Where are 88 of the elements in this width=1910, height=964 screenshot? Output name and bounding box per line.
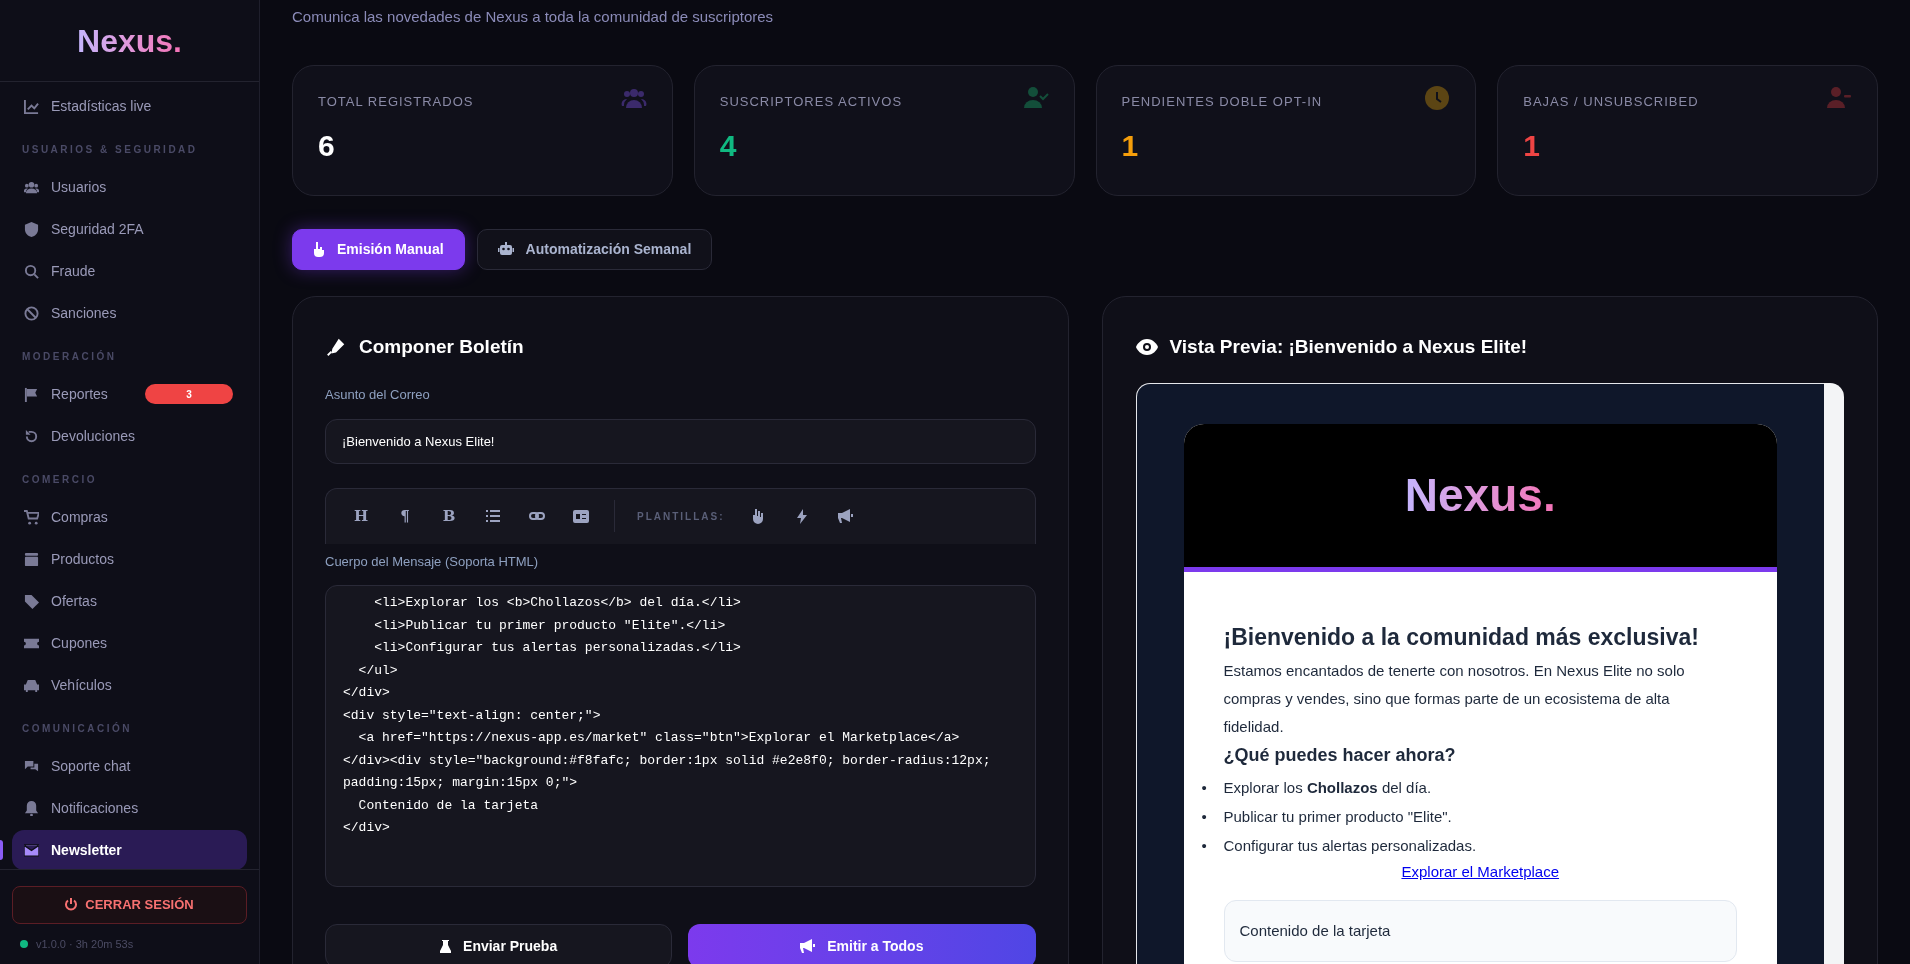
format-button[interactable]: ¶ — [394, 504, 416, 528]
search-icon — [24, 263, 39, 279]
car-icon — [24, 677, 39, 693]
card-button[interactable] — [570, 509, 592, 523]
stat-value: 6 — [318, 128, 336, 164]
bullet: • — [1201, 777, 1208, 798]
undo-icon — [24, 428, 39, 444]
sidebar-item[interactable]: Newsletter — [12, 830, 247, 869]
users-icon — [24, 179, 39, 195]
user-check-icon — [1022, 85, 1049, 110]
send-test-button[interactable]: Enviar Prueba — [325, 924, 673, 964]
flask-icon — [440, 939, 452, 953]
list-item: Explorar los Chollazos del día. — [1223, 777, 1432, 798]
sidebar-item[interactable]: Usuarios — [12, 167, 247, 207]
card-icon — [573, 509, 589, 523]
send-all-button[interactable]: Emitir a Todos — [688, 924, 1036, 964]
sidebar-item[interactable]: Seguridad 2FA — [12, 209, 247, 249]
stat-value: 1 — [1523, 128, 1541, 164]
sidebar-item[interactable]: Sanciones — [12, 293, 247, 333]
tag-icon — [24, 593, 39, 609]
user-minus-icon — [1826, 85, 1852, 110]
sidebar-section-label: USUARIOS & SEGURIDAD — [21, 143, 199, 157]
list-item: Publicar tu primer producto "Elite". — [1223, 806, 1452, 827]
shield-icon — [24, 221, 39, 237]
ban-icon — [24, 305, 39, 321]
sidebar-item[interactable]: Fraude — [12, 251, 247, 291]
bullet: • — [1201, 806, 1208, 827]
marketplace-link[interactable]: Explorar el Marketplace — [1401, 862, 1560, 880]
sidebar-item[interactable]: Ofertas — [12, 581, 247, 621]
code-editor[interactable]: <li>Explorar los <b>Chollazos</b> del día.</li> <li>Publicar tu primer producto "Elite".</li> <li>Configurar tus alertas personalizadas.</li> </ul> </div> <div style="text-align: center;"> <a href="https://nexus-app.es/market" class="btn">Explorar el Marketplace</a> </div><div style="background:#f8fafc; border:1px solid #e2e8f0; border-radius:12px; padding:15px; margin:15px 0;"> Contenido de la tarjeta </div> — [325, 585, 1036, 887]
stat-value: 1 — [1121, 128, 1140, 164]
subject-field[interactable]: ¡Bienvenido a Nexus Elite! — [325, 418, 1036, 464]
megaphone-icon — [800, 939, 816, 953]
mode-tab[interactable]: Automatización Semanal — [476, 228, 713, 270]
format-button[interactable]: H — [350, 504, 372, 528]
email-subheading: ¿Qué puedes hacer ahora? — [1223, 743, 1457, 767]
sidebar-item[interactable]: Devoluciones — [12, 416, 247, 456]
flag-icon — [24, 386, 39, 402]
count-badge: 3 — [145, 384, 233, 404]
bolt-icon — [796, 508, 807, 524]
pointer-icon — [313, 241, 325, 257]
stat-label: SUSCRIPTORES ACTIVOS — [719, 92, 903, 111]
robot-icon — [497, 242, 514, 256]
sidebar-section-label: COMERCIO — [21, 473, 98, 487]
box-icon — [24, 551, 39, 567]
sidebar-item[interactable]: Reportes 3 — [12, 374, 247, 414]
email-heading: ¡Bienvenido a la comunidad más exclusiva! — [1223, 623, 1700, 652]
sidebar-item[interactable]: Estadísticas live — [12, 86, 247, 126]
hand-icon — [751, 508, 764, 524]
field-label: Asunto del Correo — [325, 386, 431, 404]
chat-icon — [24, 758, 39, 774]
eye-icon — [1135, 338, 1158, 355]
sidebar-item[interactable]: Soporte chat — [12, 746, 247, 786]
link-icon — [529, 509, 545, 523]
page-subtitle: Comunica las novedades de Nexus a toda la comunidad de suscriptores — [292, 7, 775, 27]
mode-tab[interactable]: Emisión Manual — [292, 228, 465, 270]
version-label: v1.0.0 · 3h 20m 53s — [36, 936, 134, 952]
list-item: Configurar tus alertas personalizadas. — [1223, 835, 1477, 856]
megaphone-icon — [838, 509, 854, 523]
cart-icon — [24, 509, 39, 525]
panel-title: Componer Boletín — [359, 334, 524, 359]
card-text: Contenido de la tarjeta — [1239, 921, 1391, 939]
sidebar-item[interactable]: Compras — [12, 497, 247, 537]
email-paragraph: Estamos encantados de tenerte con nosotros. En Nexus Elite no solo compras y vendes, sino que formas parte de un ecosistema de alta fidelidad. — [1223, 660, 1686, 737]
link-button[interactable] — [526, 509, 548, 523]
sidebar-item[interactable]: Vehículos — [12, 665, 247, 705]
stat-label: TOTAL REGISTRADOS — [318, 92, 474, 111]
power-icon — [65, 898, 78, 911]
sidebar-section-label: COMUNICACIÓN — [21, 721, 133, 736]
format-button[interactable]: B — [438, 504, 460, 528]
field-label: Cuerpo del Mensaje (Soporta HTML) — [325, 552, 540, 571]
sidebar-item[interactable]: Notificaciones — [12, 788, 247, 828]
stat-label: BAJAS / UNSUBSCRIBED — [1523, 92, 1699, 111]
sidebar-item[interactable]: Cupones — [12, 623, 247, 663]
stat-value: 4 — [719, 128, 738, 164]
active-indicator — [0, 840, 3, 860]
clock-icon — [1424, 85, 1451, 110]
list-icon — [486, 510, 500, 522]
logout-button[interactable]: CERRAR SESIÓN — [12, 885, 247, 924]
mail-icon — [24, 842, 39, 858]
sidebar-section-label: MODERACIÓN — [21, 349, 118, 364]
chart-icon — [24, 98, 39, 114]
bell-icon — [24, 800, 39, 816]
panel-title: Vista Previa: ¡Bienvenido a Nexus Elite! — [1169, 334, 1528, 359]
stat-label: PENDIENTES DOBLE OPT-IN — [1121, 92, 1323, 111]
templates-label: PLANTILLAS: — [637, 509, 725, 524]
bullet: • — [1201, 835, 1208, 856]
sidebar-item[interactable]: Productos — [12, 539, 247, 579]
